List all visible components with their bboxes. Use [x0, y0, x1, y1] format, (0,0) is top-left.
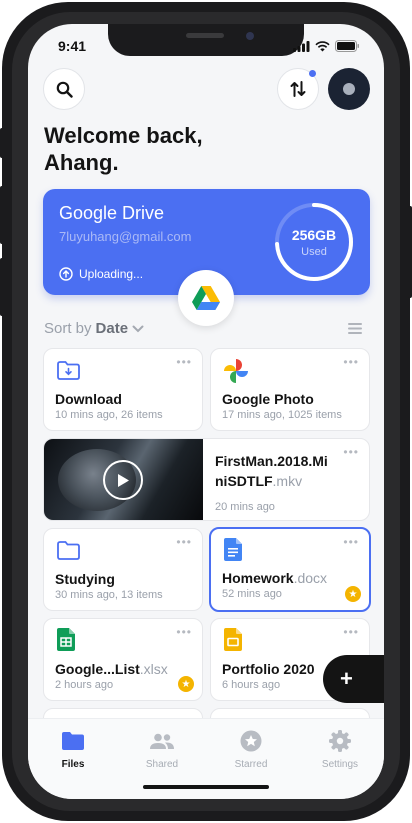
file-tile-download[interactable]: ••• Download 10 mins ago, 26 items — [43, 348, 203, 431]
tab-label: Shared — [145, 759, 179, 770]
star-icon — [240, 730, 262, 752]
drive-email: 7luyuhang@gmail.com — [59, 229, 192, 244]
file-name: Homework.docx — [222, 570, 328, 586]
add-button[interactable]: + — [323, 655, 384, 703]
drive-logo-button[interactable] — [178, 270, 234, 326]
page-title: Welcome back, Ahang. — [44, 123, 203, 175]
app-screen: 9:41 Welcome back, Ahang. Google Drive 7… — [28, 24, 384, 799]
starred-badge-icon: ★ — [345, 586, 361, 602]
wifi-icon — [315, 40, 330, 51]
sort-value: Date — [95, 320, 129, 337]
search-button[interactable] — [43, 68, 85, 110]
battery-icon — [335, 40, 359, 52]
notification-dot — [309, 70, 316, 77]
google-drive-icon — [192, 286, 220, 310]
video-thumbnail — [44, 439, 203, 520]
volume-up-button — [0, 186, 4, 244]
transfer-button[interactable] — [277, 68, 319, 110]
upload-status: Uploading... — [59, 267, 143, 281]
status-time: 9:41 — [58, 38, 87, 54]
sort-control[interactable]: Sort by Date — [44, 320, 144, 337]
file-tile-google-list[interactable]: ••• Google...List.xlsx 2 hours ago ★ — [43, 618, 203, 701]
file-meta: 17 mins ago, 1025 items — [222, 409, 342, 421]
upload-icon — [59, 267, 73, 281]
folder-icon — [62, 732, 84, 750]
usage-value: 256GB — [291, 227, 337, 243]
more-options-icon[interactable]: ••• — [343, 626, 359, 638]
play-button[interactable] — [103, 460, 143, 500]
file-name: Google Photo — [222, 391, 314, 407]
file-tile-google-photo[interactable]: ••• Google Photo 17 mins ago, 1025 items — [210, 348, 370, 431]
speaker — [186, 33, 224, 38]
file-tile-studying[interactable]: ••• Studying 30 mins ago, 13 items — [43, 528, 203, 611]
gear-icon — [329, 730, 351, 752]
play-icon — [117, 473, 129, 487]
docs-icon — [224, 538, 242, 561]
folder-icon — [57, 541, 80, 560]
usage-label: Used — [301, 246, 327, 258]
tab-shared[interactable]: Shared — [127, 729, 197, 770]
home-indicator — [143, 785, 269, 789]
avatar[interactable] — [328, 68, 370, 110]
slides-icon — [224, 628, 242, 651]
sheets-icon — [57, 628, 75, 651]
tab-starred[interactable]: Starred — [216, 729, 286, 770]
more-options-icon[interactable]: ••• — [176, 626, 192, 638]
search-icon — [56, 81, 73, 98]
tab-label: Starred — [234, 759, 268, 770]
mute-switch — [0, 128, 4, 158]
folder-download-icon — [57, 361, 80, 380]
starred-badge-icon: ★ — [178, 676, 194, 692]
file-name: Download — [55, 391, 122, 407]
file-tile-firstman-video[interactable]: ••• FirstMan.2018.Mi niSDTLF.mkv 20 mins… — [43, 438, 370, 521]
google-photos-icon — [224, 359, 248, 383]
file-meta: 52 mins ago — [222, 588, 282, 600]
power-button — [408, 206, 412, 298]
storage-usage-ring: 256GB Used — [273, 201, 355, 283]
transfer-arrows-icon — [290, 81, 306, 97]
file-name: Studying — [55, 571, 115, 587]
drive-title: Google Drive — [59, 203, 165, 223]
file-meta: 6 hours ago — [222, 679, 281, 691]
more-options-icon[interactable]: ••• — [343, 446, 359, 458]
more-options-icon[interactable]: ••• — [343, 356, 359, 368]
file-meta: 10 mins ago, 26 items — [55, 409, 163, 421]
view-options-icon[interactable] — [348, 323, 362, 334]
file-name-line1: FirstMan.2018.Mi — [215, 453, 328, 469]
file-tile-homework[interactable]: ••• Homework.docx 52 mins ago ★ — [209, 527, 371, 612]
volume-down-button — [0, 258, 4, 316]
file-name: FirstMan.2018.Mi niSDTLF.mkv — [215, 451, 328, 491]
people-icon — [150, 733, 174, 749]
chevron-down-icon — [132, 325, 144, 332]
front-camera — [246, 32, 254, 40]
file-meta: 20 mins ago — [215, 501, 275, 513]
file-name: Google...List.xlsx — [55, 661, 168, 677]
notch — [108, 24, 304, 56]
file-name: Portfolio 2020 — [222, 661, 315, 677]
tab-label: Settings — [321, 759, 359, 770]
file-meta: 30 mins ago, 13 items — [55, 589, 163, 601]
tab-label: Files — [61, 759, 85, 770]
tab-files[interactable]: Files — [38, 729, 108, 770]
file-meta: 2 hours ago — [55, 679, 114, 691]
more-options-icon[interactable]: ••• — [343, 536, 359, 548]
more-options-icon[interactable]: ••• — [176, 356, 192, 368]
tab-settings[interactable]: Settings — [305, 729, 375, 770]
upload-label: Uploading... — [79, 267, 144, 281]
file-name-line2: niSDTLF.mkv — [215, 473, 303, 489]
signal-icon — [293, 40, 310, 52]
sort-prefix: Sort by — [44, 320, 92, 337]
more-options-icon[interactable]: ••• — [176, 536, 192, 548]
status-icons — [293, 40, 360, 52]
